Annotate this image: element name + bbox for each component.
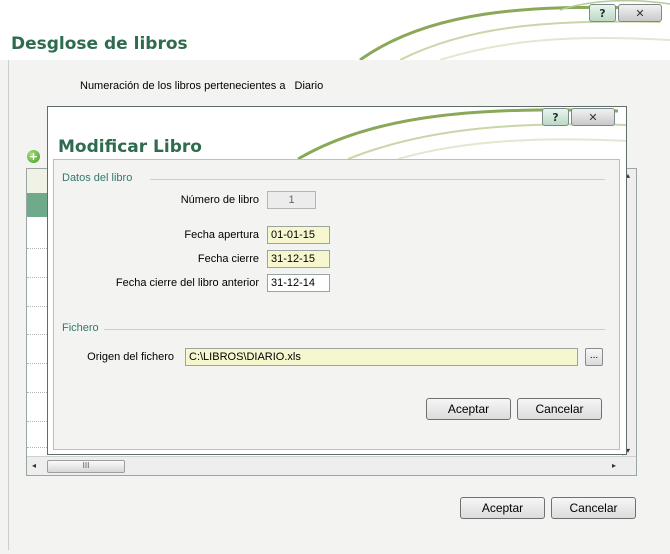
modificar-libro-dialog: ? ✕ Modificar Libro Datos del libro Núme… xyxy=(47,106,627,455)
grid-row-line xyxy=(27,277,49,278)
dialog-help-button[interactable]: ? xyxy=(542,108,569,126)
numero-field: 1 xyxy=(267,191,316,209)
grid-row-line xyxy=(27,392,49,393)
dialog-close-button[interactable]: ✕ xyxy=(571,108,615,126)
grid-row-line xyxy=(27,306,49,307)
origen-field[interactable]: C:\LIBROS\DIARIO.xls xyxy=(185,348,578,366)
apertura-label: Fecha apertura xyxy=(184,229,259,241)
outer-cancel-button[interactable]: Cancelar xyxy=(551,497,636,519)
outer-help-button[interactable]: ? xyxy=(589,4,616,22)
browse-button[interactable]: ... xyxy=(585,348,603,366)
section-divider xyxy=(150,179,605,180)
grid-row-line xyxy=(27,248,49,249)
dialog-title: Modificar Libro xyxy=(58,137,202,157)
grid-horizontal-scrollbar[interactable]: ◂ III ▸ xyxy=(27,456,636,475)
origen-label: Origen del fichero xyxy=(87,351,174,363)
outer-accept-button[interactable]: Aceptar xyxy=(460,497,545,519)
dialog-body: Datos del libro Número de libro 1 Fecha … xyxy=(53,159,620,450)
scroll-thumb[interactable]: III xyxy=(47,460,125,473)
add-icon[interactable]: + xyxy=(27,150,40,163)
cierre-label: Fecha cierre xyxy=(197,253,259,265)
outer-window-header: Desglose de libros xyxy=(0,0,670,60)
cierre-anterior-field[interactable]: 31-12-14 xyxy=(267,274,330,292)
grid-selected-row[interactable] xyxy=(27,193,49,217)
grid-row-line xyxy=(27,421,49,422)
datos-section-label: Datos del libro xyxy=(62,172,133,184)
grid-row-line xyxy=(27,334,49,335)
grid-row-line xyxy=(27,363,49,364)
dialog-accept-button[interactable]: Aceptar xyxy=(426,398,511,420)
cierre-field[interactable]: 31-12-15 xyxy=(267,250,330,268)
scroll-left-arrow-icon[interactable]: ◂ xyxy=(32,461,36,470)
numeracion-value: Diario xyxy=(294,80,324,92)
numeracion-label: Numeración de los libros pertenecientes … xyxy=(80,80,286,92)
outer-close-button[interactable]: ✕ xyxy=(618,4,662,22)
numero-label: Número de libro xyxy=(180,194,259,206)
numeracion-text: Numeración de los libros pertenecientes … xyxy=(80,80,323,92)
outer-window-title: Desglose de libros xyxy=(11,34,188,54)
section-divider xyxy=(104,329,605,330)
fichero-section-label: Fichero xyxy=(62,322,99,334)
dialog-cancel-button[interactable]: Cancelar xyxy=(517,398,602,420)
grid-row-line xyxy=(27,447,49,448)
apertura-field[interactable]: 01-01-15 xyxy=(267,226,330,244)
cierre-anterior-label: Fecha cierre del libro anterior xyxy=(115,277,259,289)
scroll-right-arrow-icon[interactable]: ▸ xyxy=(612,461,616,470)
